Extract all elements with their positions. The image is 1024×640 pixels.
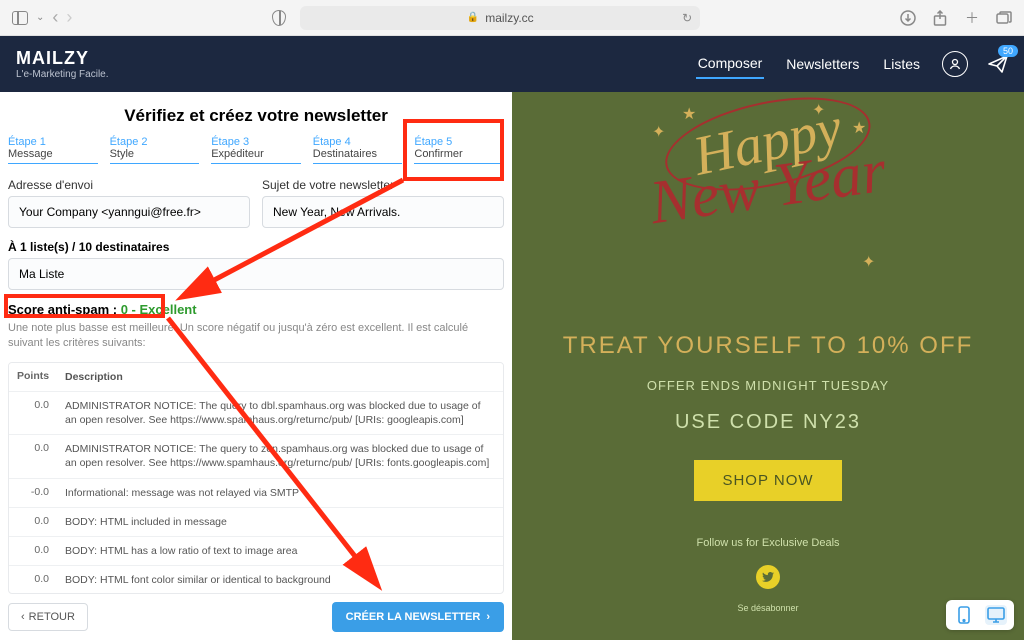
preview-headline: TREAT YOURSELF TO 10% OFF xyxy=(532,332,1004,360)
preview-subline: OFFER ENDS MIDNIGHT TUESDAY xyxy=(532,378,1004,393)
lists-input[interactable] xyxy=(8,258,504,290)
subject-label: Sujet de votre newsletter xyxy=(262,178,504,192)
logo[interactable]: MAILZY L'e-Marketing Facile. xyxy=(16,48,109,80)
send-credits-icon[interactable]: 50 xyxy=(988,55,1008,73)
sender-label: Adresse d'envoi xyxy=(8,178,250,192)
create-newsletter-button[interactable]: CRÉER LA NEWSLETTER › xyxy=(332,602,504,632)
nav-back-icon[interactable]: ‹ xyxy=(52,7,58,28)
preview-follow-text: Follow us for Exclusive Deals xyxy=(532,537,1004,549)
mobile-preview-icon[interactable] xyxy=(953,605,975,625)
table-row: 0.0ADMINISTRATOR NOTICE: The query to ze… xyxy=(9,434,503,477)
preview-cta-button[interactable]: SHOP NOW xyxy=(694,460,841,501)
nav-composer[interactable]: Composer xyxy=(696,49,765,79)
tabs-overview-icon[interactable] xyxy=(996,10,1012,26)
wizard-panel: Vérifiez et créez votre newsletter Étape… xyxy=(0,92,512,640)
table-row: 0.0BODY: HTML included in message xyxy=(9,507,503,536)
share-icon[interactable] xyxy=(932,10,948,26)
col-points-header: Points xyxy=(9,363,57,391)
lock-icon: 🔒 xyxy=(467,12,479,23)
privacy-shield-icon[interactable] xyxy=(272,10,286,26)
step-5[interactable]: Étape 5Confirmer xyxy=(414,136,504,164)
back-button[interactable]: ‹ RETOUR xyxy=(8,603,88,631)
sidebar-toggle-icon[interactable] xyxy=(12,11,28,25)
preview-unsubscribe-link[interactable]: Se désabonner xyxy=(532,603,1004,613)
sender-input[interactable] xyxy=(8,196,250,228)
new-tab-icon[interactable]: ＋ xyxy=(964,10,980,26)
tagline: L'e-Marketing Facile. xyxy=(16,69,109,80)
preview-codeline: USE CODE NY23 xyxy=(532,411,1004,434)
nav-forward-icon: › xyxy=(66,7,72,28)
table-row: 0.0BODY: HTML font color similar or iden… xyxy=(9,565,503,594)
device-toggle xyxy=(946,600,1014,630)
desktop-preview-icon[interactable] xyxy=(985,605,1007,625)
preview-panel: ★ ✦ ✦ ★ ✦ Happy New Year TREAT YOURSELF … xyxy=(512,92,1024,640)
step-1[interactable]: Étape 1Message xyxy=(8,136,98,164)
reload-icon[interactable]: ↻ xyxy=(682,11,692,25)
twitter-icon[interactable] xyxy=(756,565,780,589)
download-icon[interactable] xyxy=(900,10,916,26)
spam-criteria-table: Points Description 0.0ADMINISTRATOR NOTI… xyxy=(8,362,504,594)
url-bar[interactable]: 🔒 mailzy.cc ↻ xyxy=(300,6,700,30)
tab-dropdown-icon[interactable]: ⌄ xyxy=(36,12,44,23)
table-row: 0.0ADMINISTRATOR NOTICE: The query to db… xyxy=(9,391,503,434)
app-header: MAILZY L'e-Marketing Facile. Composer Ne… xyxy=(0,36,1024,92)
stepper: Étape 1Message Étape 2Style Étape 3Expéd… xyxy=(8,136,504,164)
col-desc-header: Description xyxy=(57,363,503,391)
nav-listes[interactable]: Listes xyxy=(881,50,922,78)
table-row: -0.0Informational: message was not relay… xyxy=(9,478,503,507)
spam-score-value: 0 - Excellent xyxy=(121,302,197,317)
account-icon[interactable] xyxy=(942,51,968,77)
lists-label: À 1 liste(s) / 10 destinataires xyxy=(8,240,504,254)
spam-score-label: Score anti-spam : 0 - Excellent xyxy=(8,302,504,317)
step-3[interactable]: Étape 3Expéditeur xyxy=(211,136,301,164)
table-row: 0.0BODY: HTML has a low ratio of text to… xyxy=(9,536,503,565)
spam-note: Une note plus basse est meilleure. Un sc… xyxy=(8,321,504,352)
browser-chrome: ⌄ ‹ › 🔒 mailzy.cc ↻ ＋ xyxy=(0,0,1024,36)
step-4[interactable]: Étape 4Destinataires xyxy=(313,136,403,164)
step-2[interactable]: Étape 2Style xyxy=(110,136,200,164)
page-title: Vérifiez et créez votre newsletter xyxy=(8,106,504,126)
nav-newsletters[interactable]: Newsletters xyxy=(784,50,861,78)
credits-badge: 50 xyxy=(998,45,1018,57)
url-domain: mailzy.cc xyxy=(485,11,533,25)
logo-text: MAILZY xyxy=(16,48,109,69)
subject-input[interactable] xyxy=(262,196,504,228)
